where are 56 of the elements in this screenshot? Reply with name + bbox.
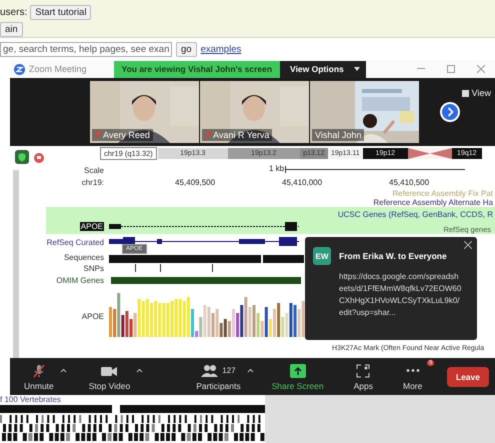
go-button[interactable]: go <box>176 42 197 56</box>
caret-icon[interactable] <box>354 67 360 71</box>
track-label: chr19: <box>80 178 105 187</box>
track-label: APOE <box>82 312 104 320</box>
toolbar-button[interactable]: Share Screen <box>272 362 324 390</box>
chat-message: https://docs.google.com/spreadsheets/d/1FfEMmW8qfkLv72EOW60CXhHgX1HVoWLCSyTXkLuL9k0/edit?usp=shar... <box>339 271 462 319</box>
participant-name: Vishal John <box>315 130 362 140</box>
people-icon <box>201 362 220 378</box>
track-label: APOE <box>80 222 104 231</box>
maximize-icon[interactable] <box>447 65 455 73</box>
track-label: SNPs <box>84 264 104 273</box>
caret-icon[interactable] <box>60 368 67 373</box>
muted-microphone-icon <box>30 362 47 378</box>
record-icon[interactable] <box>34 153 44 163</box>
participant-name: Avani R Yerva <box>213 130 270 140</box>
track-label: Sequences <box>64 252 104 262</box>
track-label: RefSeq Curated <box>46 238 104 247</box>
caret-icon[interactable] <box>246 368 254 373</box>
centromere-icon <box>408 148 452 159</box>
apps-icon <box>355 362 372 378</box>
caret-icon[interactable] <box>136 368 144 373</box>
scale-value: 1 kb <box>269 164 284 173</box>
avatar: EW <box>313 247 331 265</box>
toolbar-button[interactable]: Stop Video <box>88 362 130 390</box>
track-label: Scale <box>82 166 105 174</box>
toolbar-button[interactable]: 127 Participants <box>196 362 241 390</box>
app-logo-icon <box>14 64 25 74</box>
track-title: Reference Assembly Alternate Ha <box>373 198 493 207</box>
next-arrow-button[interactable] <box>440 102 460 122</box>
tutorial-label: users: <box>0 7 28 18</box>
screen-share-banner: You are viewing Vishal John's screen <box>114 60 280 78</box>
coordinate-label: 45,410,000 <box>282 178 322 187</box>
toolbar-button[interactable]: Apps <box>354 362 373 390</box>
view-options-button[interactable]: View Options <box>280 60 366 78</box>
participant-name: Avery Reed <box>103 130 150 140</box>
close-icon[interactable] <box>464 241 472 249</box>
view-icon <box>462 90 469 96</box>
track-title: UCSC Genes (RefSeq, GenBank, CCDS, R <box>338 210 493 219</box>
share-screen-icon <box>288 362 307 378</box>
more-icon <box>406 368 420 372</box>
shield-icon[interactable] <box>15 150 29 164</box>
start-tutorial-button[interactable]: Start tutorial <box>30 5 92 20</box>
minimize-icon[interactable] <box>417 68 425 70</box>
track-title: f 100 Vertebrates <box>0 395 62 404</box>
leave-button[interactable]: Leave <box>446 366 489 386</box>
page-button[interactable]: ain <box>0 22 23 37</box>
window-title: Zoom Meeting <box>29 64 87 74</box>
search-field[interactable]: ge, search terms, help pages, see exan <box>0 42 172 56</box>
coordinate-label: 45,410,500 <box>389 178 430 187</box>
track-label: OMIM Genes <box>56 276 104 285</box>
coordinate-label: 45,409,500 <box>175 178 216 187</box>
track-title: Reference Assembly Fix Pat <box>392 189 493 198</box>
chat-sender: From Erika W. to Everyone <box>339 251 448 261</box>
toolbar-button[interactable]: Unmute <box>24 362 54 390</box>
examples-link[interactable]: examples <box>200 44 242 54</box>
view-button[interactable]: View <box>462 88 491 98</box>
